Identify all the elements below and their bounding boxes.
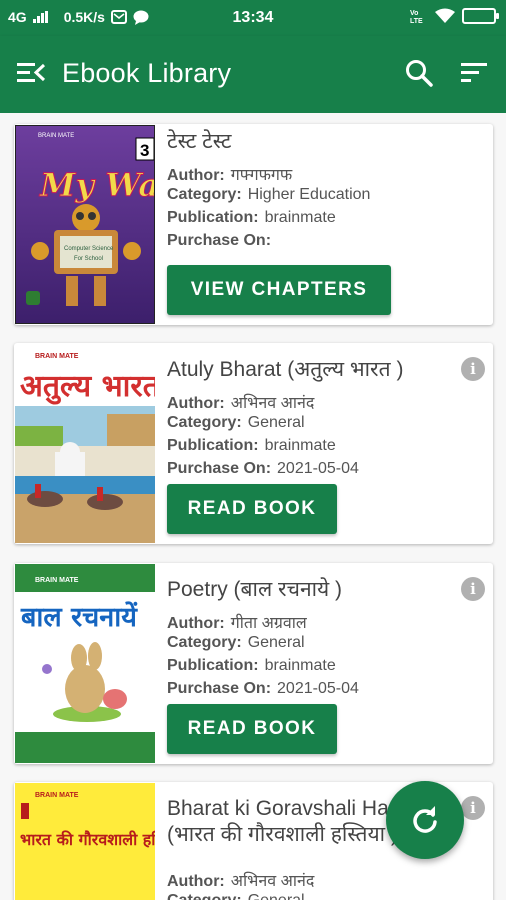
category-value: General xyxy=(248,892,305,900)
category-label: Category: xyxy=(167,892,242,900)
purchase-label: Purchase On: xyxy=(167,460,272,477)
app-bar: Ebook Library xyxy=(0,36,506,113)
info-icon[interactable]: i xyxy=(461,796,485,820)
book-author: Author: गीता अग्रवाल xyxy=(167,611,307,633)
cover-brand: BRAIN MATE xyxy=(35,577,79,584)
purchase-label: Purchase On: xyxy=(167,680,272,697)
menu-open-icon[interactable] xyxy=(16,60,48,90)
publication-value: brainmate xyxy=(264,657,336,674)
volte-icon: VoLTE xyxy=(410,10,423,24)
view-chapters-button[interactable]: VIEW CHAPTERS xyxy=(167,265,391,315)
purchase-value: 2021-05-04 xyxy=(277,460,359,477)
book-cover[interactable]: BRAIN MATE अतुल्य भारत xyxy=(15,344,155,543)
search-icon[interactable] xyxy=(404,58,436,90)
book-card: BRAIN MATE अतुल्य भारत Atuly Bharat (अतु… xyxy=(14,343,493,544)
category-value: General xyxy=(247,634,305,651)
status-bar: 4G 0.5K/s 13:34 Vo LTE xyxy=(0,0,506,36)
info-icon[interactable]: i xyxy=(461,357,485,381)
cover-volume-badge: 3 xyxy=(140,141,149,160)
author-value: अभिनव आनंद xyxy=(230,873,315,890)
publication-label: Publication: xyxy=(167,437,259,454)
book-category: Category: Higher Education xyxy=(167,186,370,204)
book-card: BRAIN MATE बाल रचनायें Poetry (बाल रचनाय… xyxy=(14,563,493,764)
cover-brand: BRAIN MATE xyxy=(38,133,74,139)
cover-brand: BRAIN MATE xyxy=(35,353,79,360)
cover-title: भारत की गौरवशाली हस्तियाँ xyxy=(20,830,155,849)
book-category: Category: General xyxy=(167,414,305,432)
status-right: Vo LTE xyxy=(410,8,499,24)
book-publication: Publication: brainmate xyxy=(167,209,336,227)
author-label: Author: xyxy=(167,167,225,184)
read-book-button[interactable]: READ BOOK xyxy=(167,484,337,534)
cover-title: My Way xyxy=(39,166,155,204)
category-label: Category: xyxy=(167,634,242,651)
book-category: Category: General xyxy=(167,892,305,900)
svg-text:Computer Science: Computer Science xyxy=(64,246,114,252)
publication-label: Publication: xyxy=(167,657,259,674)
sort-icon[interactable] xyxy=(459,60,491,90)
publication-label: Publication: xyxy=(167,209,259,226)
wifi-icon xyxy=(435,8,455,23)
author-value: गीता अग्रवाल xyxy=(230,615,307,632)
author-label: Author: xyxy=(167,873,225,890)
purchase-value: 2021-05-04 xyxy=(277,680,359,697)
refresh-icon xyxy=(413,806,437,833)
info-icon[interactable]: i xyxy=(461,577,485,601)
book-title: Atuly Bharat (अतुल्य भारत ) xyxy=(167,358,404,381)
refresh-button[interactable] xyxy=(386,781,464,859)
book-publication: Publication: brainmate xyxy=(167,657,336,675)
book-purchase-date: Purchase On: 2021-05-04 xyxy=(167,460,359,478)
book-purchase-date: Purchase On: 2021-05-04 xyxy=(167,680,359,698)
book-author: Author: अभिनव आनंद xyxy=(167,869,314,891)
book-cover[interactable]: BRAIN MATE 3 My Way Computer Science For… xyxy=(15,125,155,324)
cover-title: अतुल्य भारत xyxy=(20,369,155,405)
cover-brand: BRAIN MATE xyxy=(35,792,79,799)
svg-text:LTE: LTE xyxy=(410,18,423,24)
author-value: अभिनव आनंद xyxy=(230,395,315,412)
author-label: Author: xyxy=(167,615,225,632)
book-cover[interactable]: BRAIN MATE बाल रचनायें xyxy=(15,564,155,763)
publication-value: brainmate xyxy=(264,437,336,454)
book-category: Category: General xyxy=(167,634,305,652)
read-book-button[interactable]: READ BOOK xyxy=(167,704,337,754)
book-card: BRAIN MATE 3 My Way Computer Science For… xyxy=(14,124,493,325)
svg-text:Vo: Vo xyxy=(410,10,418,17)
book-author: Author: गफ्गफगफ xyxy=(167,163,292,185)
book-purchase-date: Purchase On: xyxy=(167,232,277,250)
app-title: Ebook Library xyxy=(62,58,232,88)
book-author: Author: अभिनव आनंद xyxy=(167,391,314,413)
category-value: General xyxy=(247,414,305,431)
category-label: Category: xyxy=(167,414,242,431)
publication-value: brainmate xyxy=(264,209,336,226)
svg-text:For School: For School xyxy=(74,256,103,262)
book-publication: Publication: brainmate xyxy=(167,437,336,455)
author-value: गफ्गफगफ xyxy=(230,167,293,184)
category-label: Category: xyxy=(167,186,242,203)
book-title: टेस्ट टेस्ट xyxy=(167,130,232,153)
book-cover[interactable]: BRAIN MATE भारत की गौरवशाली हस्तियाँ xyxy=(15,783,155,900)
author-label: Author: xyxy=(167,395,225,412)
book-title: Poetry (बाल रचनाये ) xyxy=(167,578,343,601)
battery-icon xyxy=(462,8,499,24)
purchase-label: Purchase On: xyxy=(167,232,272,249)
cover-title: बाल रचनायें xyxy=(20,601,138,633)
category-value: Higher Education xyxy=(247,186,371,203)
